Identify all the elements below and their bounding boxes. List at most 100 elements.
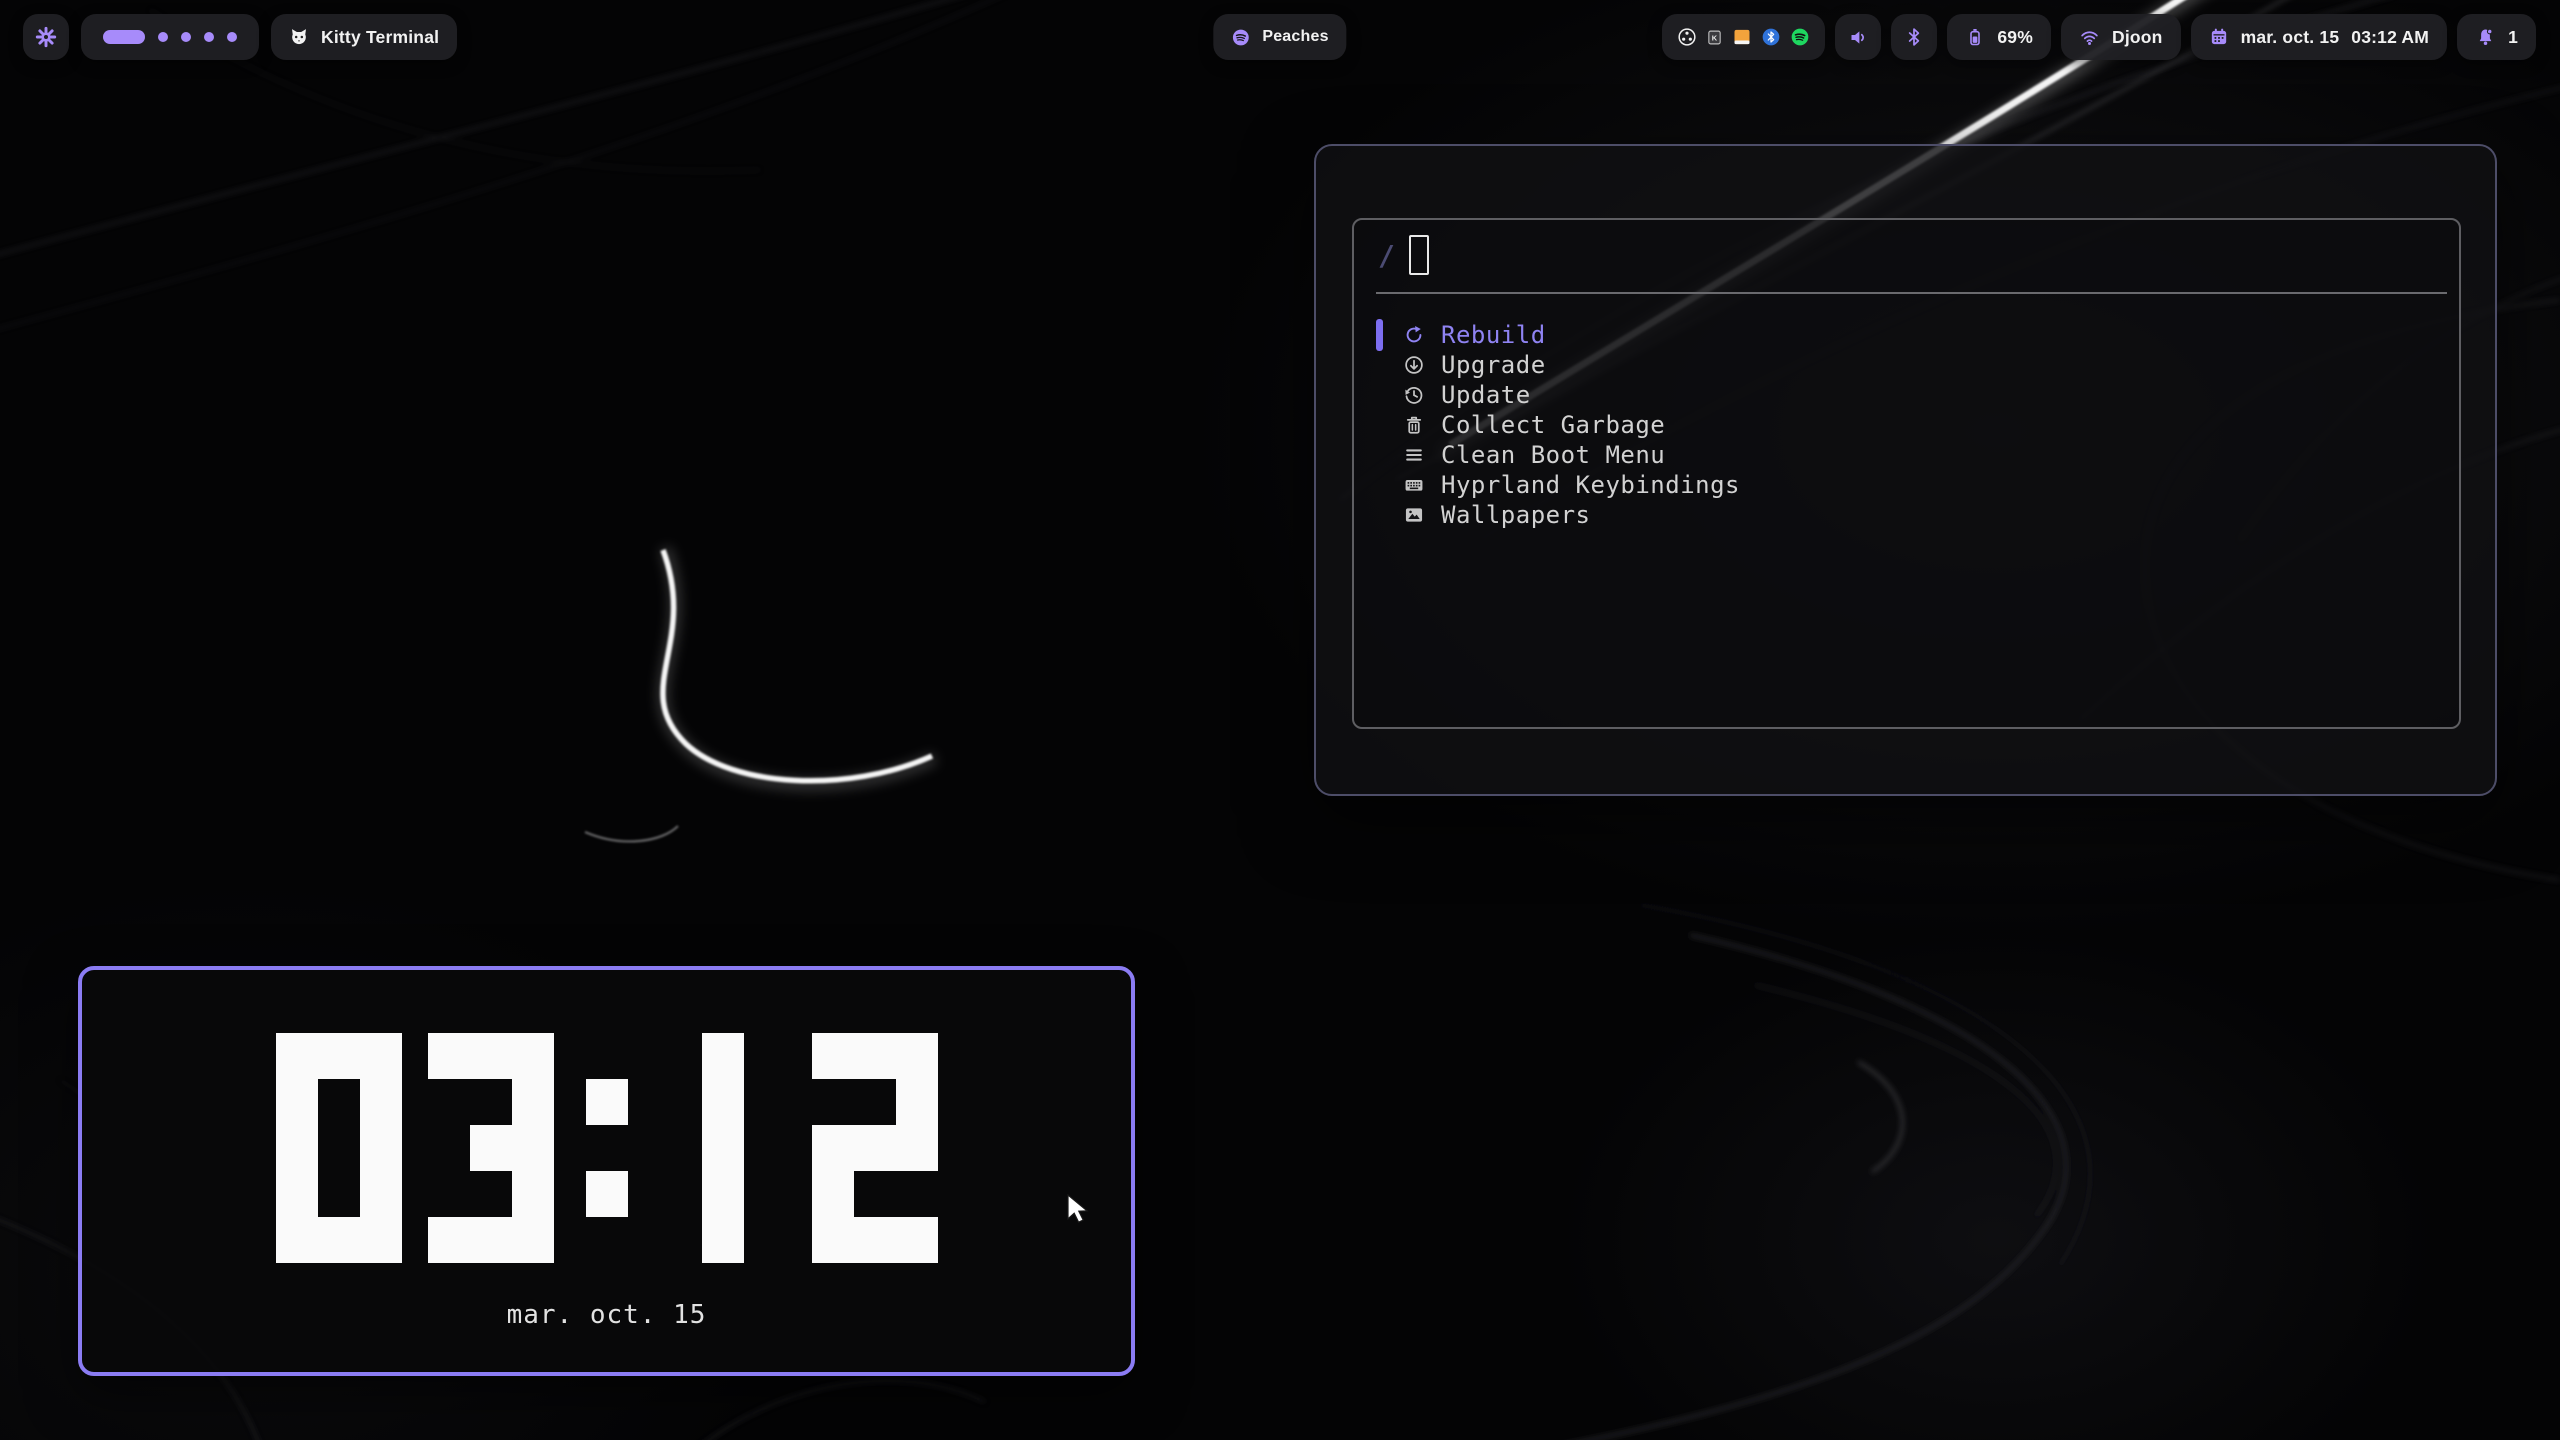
- menu-item[interactable]: Clean Boot Menu: [1354, 440, 2459, 470]
- volume-icon: [1848, 27, 1869, 48]
- workspace-dot[interactable]: [181, 32, 191, 42]
- clock-time-display: [82, 1033, 1131, 1263]
- menu-item-list: Rebuild Upgrade Update Collect GarbageCl…: [1354, 320, 2459, 530]
- colon-dot: [586, 1079, 628, 1125]
- menu-item[interactable]: Wallpapers: [1354, 500, 2459, 530]
- cat-icon: [289, 27, 309, 47]
- search-row[interactable]: /: [1354, 220, 2459, 290]
- calendar-icon: [2209, 27, 2229, 47]
- search-prompt: /: [1378, 239, 1395, 272]
- clock-widget: mar. oct. 15: [78, 966, 1135, 1376]
- digit-segment: [360, 1171, 402, 1217]
- clock-digit: [276, 1033, 402, 1263]
- digit-segment: [428, 1217, 470, 1263]
- search-separator: [1376, 292, 2447, 294]
- digit-segment: [512, 1125, 554, 1171]
- launcher-menu-panel: / Rebuild Upgrade Update Collect Garbage…: [1352, 218, 2461, 729]
- digit-segment: [470, 1033, 512, 1079]
- digit-segment: [276, 1171, 318, 1217]
- menu-item[interactable]: Rebuild: [1354, 320, 2459, 350]
- clock-colon: [580, 1033, 634, 1263]
- battery-percent: 69%: [1997, 27, 2033, 48]
- menu-item-label: Update: [1441, 381, 1531, 409]
- digit-segment: [854, 1033, 896, 1079]
- bluetooth-button[interactable]: [1891, 14, 1937, 60]
- top-bar: Kitty Terminal Peaches K: [0, 14, 2560, 62]
- clock-digit: [812, 1033, 938, 1263]
- digit-segment: [896, 1079, 938, 1125]
- digit-segment: [276, 1079, 318, 1125]
- workspace-dot[interactable]: [227, 32, 237, 42]
- digit-segment: [896, 1033, 938, 1079]
- workspaces-pill: [81, 14, 259, 60]
- bluetooth-icon: [1904, 27, 1924, 47]
- digit-segment: [854, 1217, 896, 1263]
- menu-item-label: Clean Boot Menu: [1441, 441, 1665, 469]
- keyboard-icon: [1402, 474, 1426, 496]
- menu-item[interactable]: Update: [1354, 380, 2459, 410]
- notification-count: 1: [2508, 27, 2518, 48]
- network-ssid: Djoon: [2112, 27, 2163, 48]
- menu-item[interactable]: Hyprland Keybindings: [1354, 470, 2459, 500]
- digit-segment: [812, 1217, 854, 1263]
- obs-icon[interactable]: [1677, 27, 1697, 47]
- digit-segment: [896, 1125, 938, 1171]
- gear-icon: [35, 26, 57, 48]
- spotify-tray-icon[interactable]: [1790, 27, 1810, 47]
- digit-segment: [318, 1217, 360, 1263]
- mouse-cursor: [1066, 1194, 1094, 1229]
- media-pill[interactable]: Peaches: [1213, 14, 1346, 60]
- digit-segment: [360, 1125, 402, 1171]
- digit-segment: [812, 1033, 854, 1079]
- top-bar-right: K 69% Djoon: [1662, 14, 2536, 60]
- spotify-icon: [1231, 28, 1250, 47]
- selection-indicator: [1376, 319, 1383, 351]
- k-app-icon[interactable]: K: [1706, 29, 1723, 46]
- menu-item[interactable]: Collect Garbage: [1354, 410, 2459, 440]
- menu-item[interactable]: Upgrade: [1354, 350, 2459, 380]
- active-window-label: Kitty Terminal: [321, 27, 439, 48]
- battery-icon: [1965, 27, 1985, 47]
- network-pill[interactable]: Djoon: [2061, 14, 2181, 60]
- colon-dot: [586, 1171, 628, 1217]
- digit-segment: [360, 1079, 402, 1125]
- workspace-dot[interactable]: [158, 32, 168, 42]
- bell-icon: [2475, 27, 2496, 48]
- digit-segment: [702, 1217, 744, 1263]
- wifi-icon: [2079, 27, 2100, 48]
- launcher-button[interactable]: [23, 14, 69, 60]
- digit-segment: [702, 1079, 744, 1125]
- image-icon: [1402, 504, 1426, 526]
- download-circle-icon: [1402, 354, 1426, 376]
- trash-icon: [1402, 414, 1426, 436]
- digit-segment: [702, 1033, 744, 1079]
- clock-digit: [428, 1033, 554, 1263]
- digit-segment: [512, 1217, 554, 1263]
- volume-button[interactable]: [1835, 14, 1881, 60]
- digit-segment: [512, 1033, 554, 1079]
- digit-segment: [428, 1033, 470, 1079]
- bar-time: 03:12 AM: [2351, 27, 2429, 48]
- workspace-dot[interactable]: [204, 32, 214, 42]
- system-tray: K: [1662, 14, 1825, 60]
- digit-segment: [812, 1171, 854, 1217]
- digit-segment: [360, 1033, 402, 1079]
- datetime-pill[interactable]: mar. oct. 15 03:12 AM: [2191, 14, 2448, 60]
- clock-date: mar. oct. 15: [82, 1300, 1131, 1330]
- top-bar-left: Kitty Terminal: [23, 14, 457, 60]
- bar-date: mar. oct. 15: [2241, 27, 2340, 48]
- battery-pill[interactable]: 69%: [1947, 14, 2051, 60]
- list-icon: [1402, 444, 1426, 466]
- clock-digit: [660, 1033, 786, 1263]
- digit-segment: [812, 1125, 854, 1171]
- workspace-active[interactable]: [103, 30, 145, 44]
- active-window-pill[interactable]: Kitty Terminal: [271, 14, 457, 60]
- notifications-pill[interactable]: 1: [2457, 14, 2536, 60]
- refresh-icon: [1402, 324, 1426, 346]
- menu-item-label: Wallpapers: [1441, 501, 1591, 529]
- files-app-icon[interactable]: [1732, 27, 1752, 47]
- media-track-label: Peaches: [1262, 28, 1328, 46]
- digit-segment: [470, 1217, 512, 1263]
- bluetooth-tray-icon[interactable]: [1761, 27, 1781, 47]
- digit-segment: [318, 1033, 360, 1079]
